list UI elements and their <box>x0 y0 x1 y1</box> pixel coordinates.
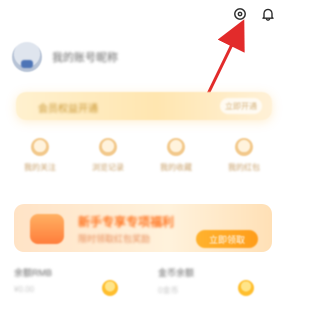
vip-banner[interactable]: 会员权益开通 立即开通 <box>16 92 272 120</box>
quick-action-following[interactable]: 我的关注 <box>10 138 70 180</box>
quick-action-label: 我的关注 <box>24 163 56 172</box>
quick-action-label: 我的红包 <box>228 163 260 172</box>
top-bar <box>232 4 276 24</box>
quick-action-label: 我的收藏 <box>160 163 192 172</box>
promo-banner[interactable]: 新手专享专项福利 限时领取红包奖励 立即领取 <box>14 204 272 252</box>
username[interactable]: 我的账号昵称 <box>52 49 118 65</box>
stat-label: 余额RMB <box>14 268 52 278</box>
vip-banner-text: 会员权益开通 <box>38 104 98 115</box>
vip-open-button[interactable]: 立即开通 <box>220 98 262 114</box>
quick-action-wallet[interactable]: 我的红包 <box>214 138 274 180</box>
bell-icon[interactable] <box>260 6 276 22</box>
wallet-icon <box>235 138 253 156</box>
promo-claim-button[interactable]: 立即领取 <box>196 230 258 248</box>
user-icon <box>31 138 49 156</box>
quick-actions-row: 我的关注 浏览记录 我的收藏 我的红包 <box>10 138 274 180</box>
quick-action-history[interactable]: 浏览记录 <box>78 138 138 180</box>
coin-icon <box>102 280 118 296</box>
promo-subtitle: 限时领取红包奖励 <box>78 234 151 244</box>
star-icon <box>167 138 185 156</box>
promo-title: 新手专享专项福利 <box>78 215 175 229</box>
quick-action-label: 浏览记录 <box>92 163 124 172</box>
stat-value: ¥0.00 <box>14 285 35 294</box>
profile-header: 我的账号昵称 <box>12 42 118 72</box>
quick-action-favorites[interactable]: 我的收藏 <box>146 138 206 180</box>
stat-value: 0金币 <box>158 286 179 295</box>
gift-icon <box>30 214 64 244</box>
coin-icon <box>238 280 254 296</box>
stat-coins[interactable]: 金币余额 0金币 <box>158 266 218 300</box>
bottom-stats: 余额RMB ¥0.00 金币余额 0金币 <box>14 266 272 302</box>
stat-label: 金币余额 <box>158 268 195 278</box>
settings-gear-icon[interactable] <box>232 6 248 22</box>
stat-balance[interactable]: 余额RMB ¥0.00 <box>14 266 74 300</box>
avatar[interactable] <box>12 42 42 72</box>
history-icon <box>99 138 117 156</box>
